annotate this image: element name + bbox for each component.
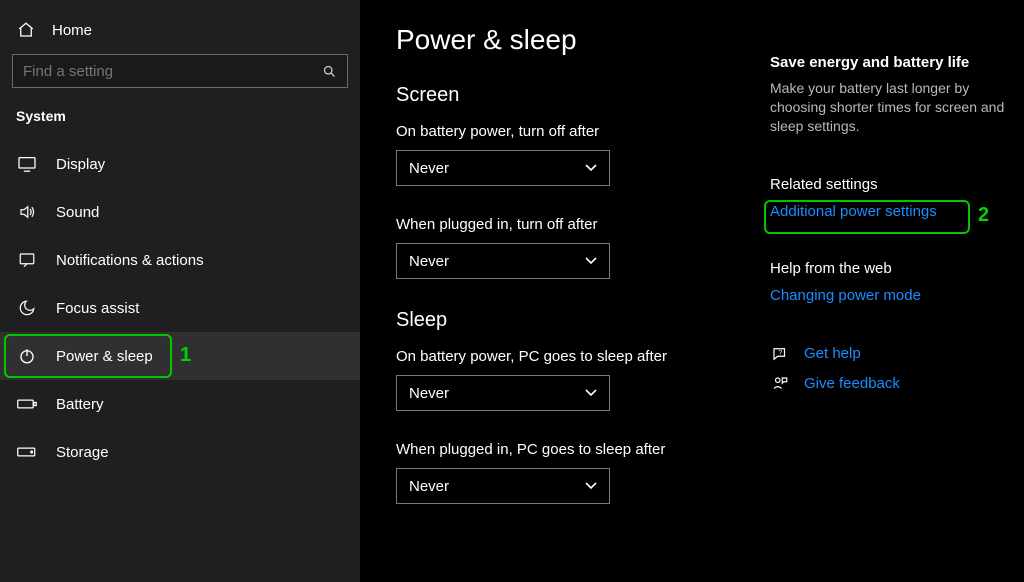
svg-text:?: ? bbox=[779, 349, 783, 356]
sidebar-item-label: Sound bbox=[56, 204, 99, 221]
screen-battery-label: On battery power, turn off after bbox=[396, 123, 752, 140]
sleep-battery-select[interactable]: Never bbox=[396, 375, 610, 411]
page-title: Power & sleep bbox=[396, 24, 752, 56]
chevron-down-icon bbox=[585, 257, 597, 265]
sidebar-item-notifications[interactable]: Notifications & actions bbox=[0, 236, 360, 284]
power-icon bbox=[16, 346, 38, 366]
annotation-number-2: 2 bbox=[978, 204, 989, 227]
focus-assist-icon bbox=[16, 298, 38, 318]
sleep-plugged-label: When plugged in, PC goes to sleep after bbox=[396, 441, 752, 458]
sleep-plugged-select[interactable]: Never bbox=[396, 468, 610, 504]
nav-home-label: Home bbox=[52, 22, 92, 39]
sidebar-item-label: Battery bbox=[56, 396, 104, 413]
sidebar-item-label: Power & sleep bbox=[56, 348, 153, 365]
sidebar-item-label: Storage bbox=[56, 444, 109, 461]
sidebar-item-display[interactable]: Display bbox=[0, 140, 360, 188]
sidebar-item-focus-assist[interactable]: Focus assist bbox=[0, 284, 360, 332]
search-input[interactable] bbox=[23, 63, 306, 80]
sidebar-item-sound[interactable]: Sound bbox=[0, 188, 360, 236]
sidebar-item-label: Focus assist bbox=[56, 300, 139, 317]
chevron-down-icon bbox=[585, 482, 597, 490]
energy-desc: Make your battery last longer by choosin… bbox=[770, 79, 1014, 136]
select-value: Never bbox=[409, 478, 449, 495]
group-title-sleep: Sleep bbox=[396, 309, 752, 332]
related-settings-title: Related settings bbox=[770, 176, 1014, 193]
nav-home[interactable]: Home bbox=[0, 14, 360, 54]
notifications-icon bbox=[16, 250, 38, 270]
sidebar-item-label: Notifications & actions bbox=[56, 252, 204, 269]
changing-power-mode-link[interactable]: Changing power mode bbox=[770, 287, 921, 304]
feedback-icon bbox=[770, 374, 790, 394]
sidebar-section-title: System bbox=[0, 104, 360, 140]
annotation-number-1: 1 bbox=[180, 344, 191, 367]
screen-battery-select[interactable]: Never bbox=[396, 150, 610, 186]
sidebar-item-storage[interactable]: Storage bbox=[0, 428, 360, 476]
display-icon bbox=[16, 154, 38, 174]
search-input-wrap[interactable] bbox=[12, 54, 348, 88]
sidebar-item-battery[interactable]: Battery bbox=[0, 380, 360, 428]
battery-icon bbox=[16, 394, 38, 414]
screen-plugged-label: When plugged in, turn off after bbox=[396, 216, 752, 233]
sidebar-nav: Display Sound Notifications & actions bbox=[0, 140, 360, 476]
screen-plugged-select[interactable]: Never bbox=[396, 243, 610, 279]
energy-title: Save energy and battery life bbox=[770, 54, 1014, 71]
get-help-link[interactable]: Get help bbox=[804, 345, 861, 362]
sidebar-item-label: Display bbox=[56, 156, 105, 173]
additional-power-settings-link[interactable]: Additional power settings bbox=[770, 203, 937, 220]
sleep-battery-label: On battery power, PC goes to sleep after bbox=[396, 348, 752, 365]
sidebar: Home System Display bbox=[0, 0, 360, 582]
sidebar-item-power-sleep[interactable]: Power & sleep 1 bbox=[0, 332, 360, 380]
sound-icon bbox=[16, 202, 38, 222]
select-value: Never bbox=[409, 160, 449, 177]
storage-icon bbox=[16, 442, 38, 462]
search-icon bbox=[322, 64, 337, 79]
give-feedback-link[interactable]: Give feedback bbox=[804, 375, 900, 392]
help-from-web-title: Help from the web bbox=[770, 260, 1014, 277]
chevron-down-icon bbox=[585, 164, 597, 172]
select-value: Never bbox=[409, 253, 449, 270]
main-content: Power & sleep Screen On battery power, t… bbox=[360, 0, 770, 582]
chevron-down-icon bbox=[585, 389, 597, 397]
get-help-icon: ? bbox=[770, 344, 790, 364]
home-icon bbox=[16, 20, 36, 40]
group-title-screen: Screen bbox=[396, 84, 752, 107]
select-value: Never bbox=[409, 385, 449, 402]
info-panel: Save energy and battery life Make your b… bbox=[770, 0, 1024, 582]
